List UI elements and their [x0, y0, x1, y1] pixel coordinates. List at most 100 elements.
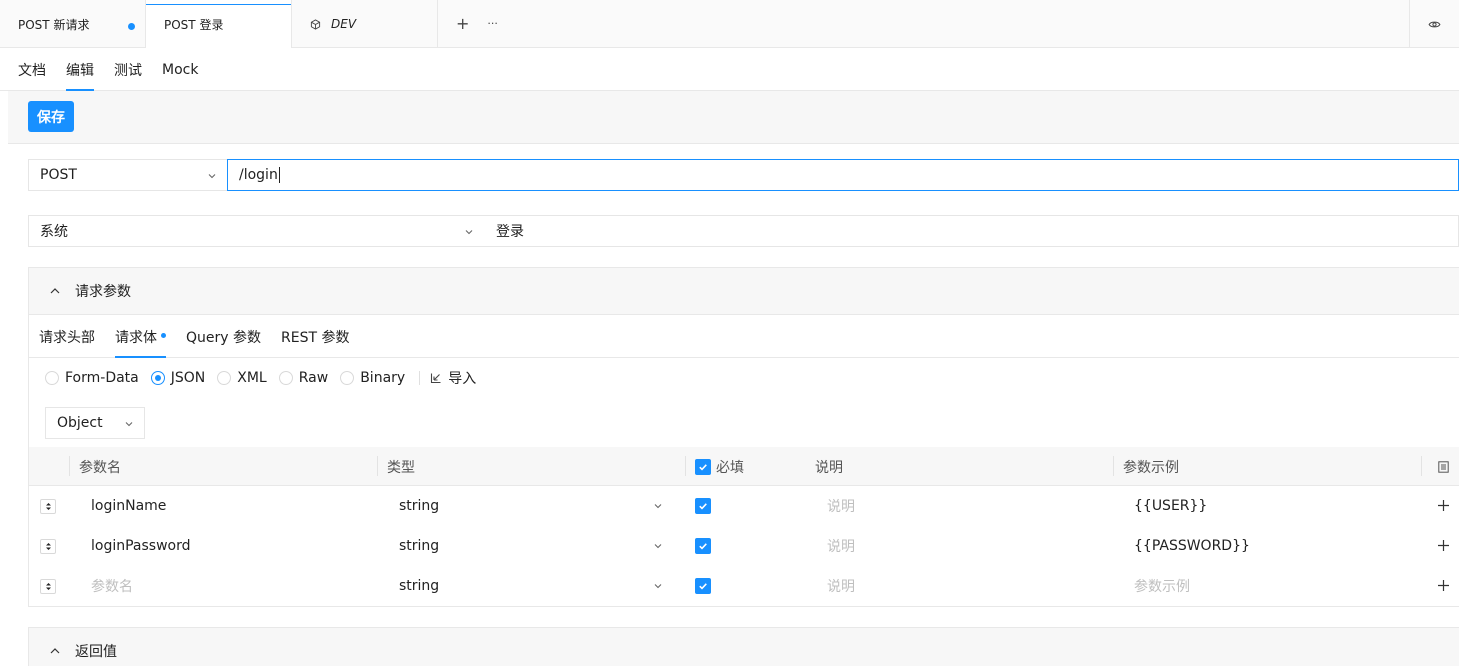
- request-params-panel: 请求参数 请求头部 请求体 Query 参数 REST 参数 Form-Data…: [28, 267, 1459, 607]
- import-label: 导入: [448, 371, 477, 387]
- radio-label: Raw: [298, 370, 329, 386]
- chevron-up-icon: [50, 647, 60, 653]
- drag-handle[interactable]: [40, 539, 56, 554]
- param-description-input[interactable]: 说明: [827, 566, 855, 606]
- drag-handle[interactable]: [40, 499, 56, 514]
- subtab-body[interactable]: 请求体: [115, 315, 166, 358]
- method-value: POST: [40, 167, 77, 183]
- preview-button[interactable]: [1409, 0, 1459, 48]
- param-example-input[interactable]: {{PASSWORD}}: [1134, 526, 1250, 566]
- radio-label: Form-Data: [65, 370, 139, 386]
- add-row-icon[interactable]: [1437, 579, 1450, 592]
- checkbox-checked: [695, 578, 711, 594]
- param-example-input[interactable]: {{USER}}: [1134, 486, 1207, 526]
- params-panel-header[interactable]: 请求参数: [29, 268, 1459, 315]
- sort-icon: [45, 583, 51, 590]
- request-name-input[interactable]: 登录: [484, 215, 1459, 247]
- tab-environment-dev[interactable]: DEV: [292, 0, 438, 48]
- param-name-input[interactable]: 参数名: [91, 566, 133, 606]
- required-checkbox[interactable]: [695, 566, 711, 606]
- chevron-down-icon: [125, 422, 133, 427]
- add-row-icon[interactable]: [1437, 499, 1450, 512]
- column-header-description: 说明: [815, 459, 843, 476]
- radio-binary[interactable]: Binary: [340, 370, 405, 386]
- more-tabs-button[interactable]: ···: [487, 17, 498, 30]
- divider: [419, 371, 421, 385]
- select-all-required-checkbox[interactable]: [695, 458, 711, 475]
- param-type-select[interactable]: string: [399, 486, 663, 526]
- body-type-radios: Form-Data JSON XML Raw Binary 导入: [29, 358, 1459, 398]
- param-type-select[interactable]: string: [399, 526, 663, 566]
- chevron-down-icon: [654, 504, 662, 509]
- param-description-input[interactable]: 说明: [827, 526, 855, 566]
- tab-label: DEV: [331, 17, 357, 31]
- required-checkbox[interactable]: [695, 526, 711, 566]
- subtab-query[interactable]: Query 参数: [186, 315, 261, 358]
- params-table-header: 参数名 类型 必填 说明 参数示例: [29, 447, 1459, 486]
- editor-toolbar: 保存: [8, 91, 1459, 144]
- api-editor: POST 新请求 POST 登录 DEV + ··· 文档 编辑 测试 Mock…: [0, 0, 1459, 666]
- group-select[interactable]: 系统: [28, 215, 485, 247]
- return-value-panel-header[interactable]: 返回值: [28, 627, 1459, 666]
- checkbox-checked: [695, 538, 711, 554]
- mode-tab-edit[interactable]: 编辑: [66, 48, 94, 91]
- save-button[interactable]: 保存: [28, 101, 74, 132]
- method-select[interactable]: POST: [28, 159, 228, 191]
- url-input[interactable]: /login: [227, 159, 1459, 191]
- radio-label: Binary: [360, 370, 406, 386]
- param-name-input[interactable]: loginName: [91, 486, 166, 526]
- group-value: 系统: [40, 224, 68, 240]
- column-divider: [69, 456, 70, 476]
- radio-circle: [217, 371, 232, 385]
- mode-tabs: 文档 编辑 测试 Mock: [0, 48, 1459, 91]
- radio-circle: [340, 371, 355, 385]
- column-divider: [377, 456, 378, 476]
- required-checkbox[interactable]: [695, 486, 711, 526]
- type-value: string: [399, 538, 440, 554]
- tab-actions: + ···: [438, 0, 498, 47]
- subtab-label: 请求体: [115, 329, 157, 346]
- subtab-rest[interactable]: REST 参数: [281, 315, 349, 358]
- checkbox-checked: [695, 498, 711, 514]
- column-header-example: 参数示例: [1123, 459, 1179, 476]
- radio-xml[interactable]: XML: [217, 370, 267, 386]
- request-tab-bar: POST 新请求 POST 登录 DEV + ···: [0, 0, 1459, 48]
- param-type-select[interactable]: string: [399, 566, 663, 606]
- list-settings-icon: [1438, 460, 1449, 473]
- column-header-name: 参数名: [79, 459, 121, 476]
- radio-circle: [278, 371, 293, 385]
- mode-tab-mock[interactable]: Mock: [162, 48, 198, 91]
- tab-login[interactable]: POST 登录: [146, 0, 292, 48]
- add-row-icon[interactable]: [1437, 539, 1450, 552]
- chevron-down-icon: [654, 584, 662, 589]
- environment-icon: [310, 18, 321, 30]
- type-value: string: [399, 498, 440, 514]
- drag-handle[interactable]: [40, 579, 56, 594]
- column-settings-button[interactable]: [1438, 447, 1449, 486]
- import-button[interactable]: 导入: [430, 368, 476, 388]
- chevron-down-icon: [465, 230, 473, 235]
- radio-circle: [45, 371, 59, 385]
- required-label: 必填: [716, 459, 744, 476]
- root-type-select[interactable]: Object: [45, 407, 145, 439]
- subtab-headers[interactable]: 请求头部: [39, 315, 95, 358]
- param-example-input[interactable]: 参数示例: [1134, 566, 1190, 606]
- chevron-down-icon: [208, 174, 216, 179]
- param-name-input[interactable]: loginPassword: [91, 526, 191, 566]
- radio-raw[interactable]: Raw: [278, 370, 329, 386]
- sort-icon: [45, 503, 51, 510]
- column-divider: [1113, 456, 1114, 476]
- radio-form-data[interactable]: Form-Data: [45, 370, 139, 386]
- tab-new-request[interactable]: POST 新请求: [0, 0, 146, 48]
- add-tab-button[interactable]: +: [456, 14, 469, 33]
- mode-tab-test[interactable]: 测试: [114, 48, 142, 91]
- table-row: 参数名 string 说明 参数示例: [29, 566, 1459, 606]
- sort-icon: [45, 543, 51, 550]
- radio-label: XML: [237, 370, 267, 386]
- radio-json[interactable]: JSON: [150, 370, 205, 386]
- table-row: loginName string 说明 {{USER}}: [29, 486, 1459, 526]
- params-subtabs: 请求头部 请求体 Query 参数 REST 参数: [29, 315, 1459, 358]
- table-row: loginPassword string 说明 {{PASSWORD}}: [29, 526, 1459, 566]
- param-description-input[interactable]: 说明: [827, 486, 855, 526]
- mode-tab-docs[interactable]: 文档: [18, 48, 46, 91]
